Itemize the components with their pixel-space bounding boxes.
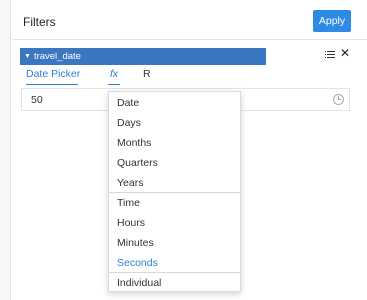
option-days[interactable]: Days xyxy=(117,117,141,129)
option-hours[interactable]: Hours xyxy=(117,217,145,229)
tab-date-picker-underline xyxy=(26,84,78,85)
filter-name: travel_date xyxy=(33,51,81,62)
header-divider xyxy=(12,39,367,40)
option-date[interactable]: Date xyxy=(117,97,139,109)
option-individual[interactable]: Individual xyxy=(117,277,161,289)
value-text: 50 xyxy=(31,94,43,106)
apply-button[interactable]: Apply xyxy=(313,10,351,32)
option-seconds[interactable]: Seconds xyxy=(117,257,158,269)
tab-fx[interactable]: fx xyxy=(110,68,118,80)
caret-down-icon: ▼ xyxy=(24,53,31,60)
option-years[interactable]: Years xyxy=(117,177,143,189)
tab-r[interactable]: R xyxy=(143,68,151,80)
side-panel xyxy=(0,0,11,300)
list-icon[interactable] xyxy=(325,50,335,59)
tab-fx-underline xyxy=(108,84,120,85)
option-months[interactable]: Months xyxy=(117,137,151,149)
option-minutes[interactable]: Minutes xyxy=(117,237,154,249)
option-time[interactable]: Time xyxy=(117,197,140,209)
filter-chip[interactable]: ▼ travel_date xyxy=(20,48,266,65)
unit-dropdown: Date Days Months Quarters Years Time Hou… xyxy=(108,91,241,292)
option-quarters[interactable]: Quarters xyxy=(117,157,158,169)
tab-date-picker[interactable]: Date Picker xyxy=(26,68,80,80)
clock-icon[interactable] xyxy=(333,94,344,105)
panel-title: Filters xyxy=(23,15,56,29)
dropdown-divider xyxy=(109,192,240,193)
dropdown-divider xyxy=(109,272,240,273)
close-icon[interactable]: ✕ xyxy=(340,46,350,60)
